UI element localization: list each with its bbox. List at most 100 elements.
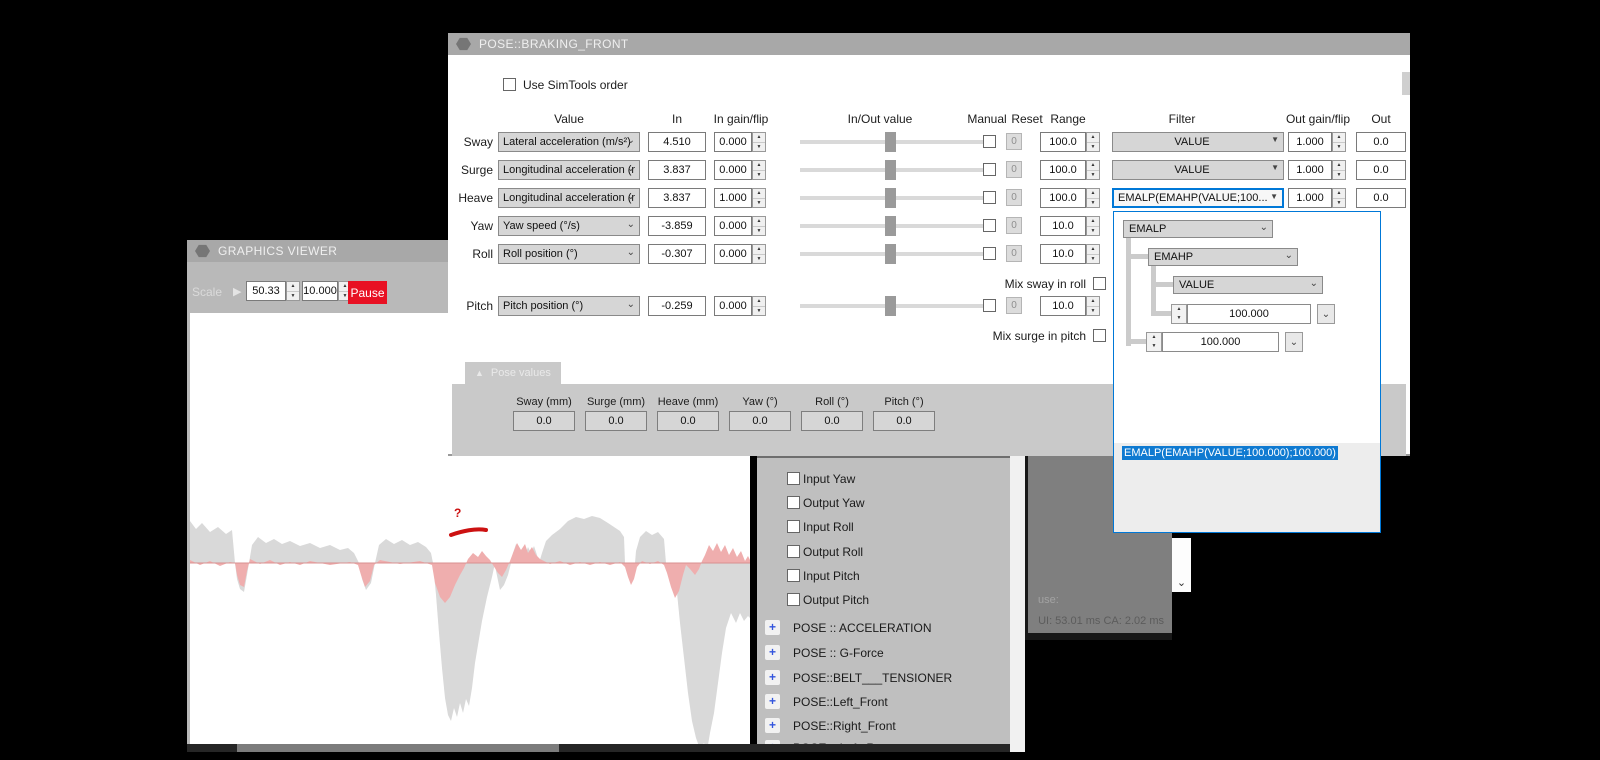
range-spinner-surge[interactable]: ▲▼ [1086,160,1100,180]
inout-slider-sway[interactable] [800,132,983,152]
spin-up-icon[interactable]: ▲ [1172,305,1186,314]
out-gain-sway[interactable]: 1.000 [1288,132,1332,152]
inout-slider-surge[interactable] [800,160,983,180]
spin-up-icon[interactable]: ▲ [1087,297,1099,307]
range-spinner-pitch[interactable]: ▲▼ [1086,296,1100,316]
signal-checkbox-output-yaw[interactable] [787,496,800,509]
range-value-sway[interactable]: 100.0 [1040,132,1086,152]
range-value-heave[interactable]: 100.0 [1040,188,1086,208]
spin-up-icon[interactable]: ▲ [1087,245,1099,255]
spin-down-icon[interactable]: ▼ [753,255,765,264]
spin-up-icon[interactable]: ▲ [753,245,765,255]
spin-up-icon[interactable]: ▲ [1087,189,1099,199]
range-spinner-roll[interactable]: ▲▼ [1086,244,1100,264]
inout-slider-heave[interactable] [800,188,983,208]
scale-value-1[interactable]: 50.33 [246,281,286,301]
spin-up-icon[interactable]: ▲ [1333,161,1345,171]
in-gain-spinner-heave[interactable]: ▲▼ [752,188,766,208]
spin-down-icon[interactable]: ▼ [753,307,765,316]
in-gain-pitch[interactable]: 0.000 [714,296,752,316]
reset-button-roll[interactable]: 0 [1006,245,1022,262]
reset-button-pitch[interactable]: 0 [1006,297,1022,314]
range-value-pitch[interactable]: 10.0 [1040,296,1086,316]
signal-checkbox-output-pitch[interactable] [787,593,800,606]
manual-checkbox-yaw[interactable] [983,219,996,232]
mix-surge-checkbox[interactable] [1093,329,1106,342]
param-dropdown-0[interactable]: ⌄ [1317,304,1335,324]
inout-slider-pitch[interactable] [800,296,983,316]
spin-down-icon[interactable]: ▼ [1333,199,1345,208]
spin-down-icon[interactable]: ▼ [1147,342,1161,351]
spin-down-icon[interactable]: ▼ [1087,199,1099,208]
in-gain-spinner-roll[interactable]: ▲▼ [752,244,766,264]
spin-up-icon[interactable]: ▲ [1333,189,1345,199]
manual-checkbox-roll[interactable] [983,247,996,260]
filter-expression-selected-text[interactable]: EMALP(EMAHP(VALUE;100.000);100.000) [1122,446,1338,460]
param-updown-0[interactable]: ▲▼ [1171,304,1187,324]
pose-window-titlebar[interactable]: POSE::BRAKING_FRONT [448,33,1410,55]
value-combo-surge[interactable]: Longitudinal acceleration (r⌄ [498,160,640,180]
spin-up-icon[interactable]: ▲ [287,282,299,292]
horizontal-scrollbar[interactable] [187,744,1010,752]
spin-up-icon[interactable]: ▲ [753,217,765,227]
signal-checkbox-input-roll[interactable] [787,520,800,533]
tree-expand-button-pose-right-front[interactable]: + [765,718,780,733]
filter-combo-heave[interactable]: EMALP(EMAHP(VALUE;100...▼ [1112,188,1284,208]
filter-level-combo-emahp[interactable]: EMAHP⌄ [1148,248,1298,266]
spin-down-icon[interactable]: ▼ [753,227,765,236]
spin-up-icon[interactable]: ▲ [753,133,765,143]
in-gain-spinner-yaw[interactable]: ▲▼ [752,216,766,236]
tree-expand-button-pose-belt-tensioner[interactable]: + [765,670,780,685]
tree-item-pose-belt-tensioner[interactable]: POSE::BELT___TENSIONER [793,671,952,685]
manual-checkbox-pitch[interactable] [983,299,996,312]
in-gain-spinner-surge[interactable]: ▲▼ [752,160,766,180]
filter-combo-surge[interactable]: VALUE▼ [1112,160,1284,180]
slider-thumb[interactable] [885,188,896,208]
tree-item-pose-acceleration[interactable]: POSE :: ACCELERATION [793,621,931,635]
signal-checkbox-input-pitch[interactable] [787,569,800,582]
signal-checkbox-output-roll[interactable] [787,545,800,558]
scroll-down-icon[interactable]: ⌄ [1172,576,1191,589]
filter-level-combo-value[interactable]: VALUE⌄ [1173,276,1323,294]
spin-down-icon[interactable]: ▼ [1087,171,1099,180]
slider-thumb[interactable] [885,244,896,264]
filter-combo-sway[interactable]: VALUE▼ [1112,132,1284,152]
tree-expand-button-pose-acceleration[interactable]: + [765,620,780,635]
slider-thumb[interactable] [885,296,896,316]
reset-button-yaw[interactable]: 0 [1006,217,1022,234]
spin-up-icon[interactable]: ▲ [1087,217,1099,227]
reset-button-heave[interactable]: 0 [1006,189,1022,206]
tree-item-pose-left-front[interactable]: POSE::Left_Front [793,695,888,709]
in-gain-sway[interactable]: 0.000 [714,132,752,152]
manual-checkbox-sway[interactable] [983,135,996,148]
value-combo-sway[interactable]: Lateral acceleration (m/s²)⌄ [498,132,640,152]
tree-item-pose-right-front[interactable]: POSE::Right_Front [793,719,896,733]
inout-slider-yaw[interactable] [800,216,983,236]
out-gain-spinner-surge[interactable]: ▲▼ [1332,160,1346,180]
spin-up-icon[interactable]: ▲ [1147,333,1161,342]
spin-up-icon[interactable]: ▲ [1087,133,1099,143]
spin-up-icon[interactable]: ▲ [753,189,765,199]
filter-level-combo-emalp[interactable]: EMALP⌄ [1123,220,1273,238]
scale-value-2[interactable]: 10.000 [302,281,338,301]
tree-expand-button-pose-left-front[interactable]: + [765,694,780,709]
range-spinner-yaw[interactable]: ▲▼ [1086,216,1100,236]
in-gain-yaw[interactable]: 0.000 [714,216,752,236]
spin-down-icon[interactable]: ▼ [287,292,299,301]
horizontal-scrollbar-thumb[interactable] [237,744,559,752]
param-dropdown-1[interactable]: ⌄ [1285,332,1303,352]
scale-1-spinner[interactable]: ▲ ▼ [286,281,300,301]
signal-checkbox-input-yaw[interactable] [787,472,800,485]
panel-scrollbar-strip[interactable] [1010,456,1025,752]
value-combo-roll[interactable]: Roll position (°)⌄ [498,244,640,264]
range-value-roll[interactable]: 10.0 [1040,244,1086,264]
param-value-0[interactable]: 100.000 [1187,304,1311,324]
spin-up-icon[interactable]: ▲ [1333,133,1345,143]
value-combo-yaw[interactable]: Yaw speed (°/s)⌄ [498,216,640,236]
in-gain-spinner-sway[interactable]: ▲▼ [752,132,766,152]
tree-expand-button-pose-g-force[interactable]: + [765,645,780,660]
in-gain-surge[interactable]: 0.000 [714,160,752,180]
spin-down-icon[interactable]: ▼ [1172,314,1186,323]
slider-thumb[interactable] [885,132,896,152]
pause-button[interactable]: Pause [348,281,387,304]
